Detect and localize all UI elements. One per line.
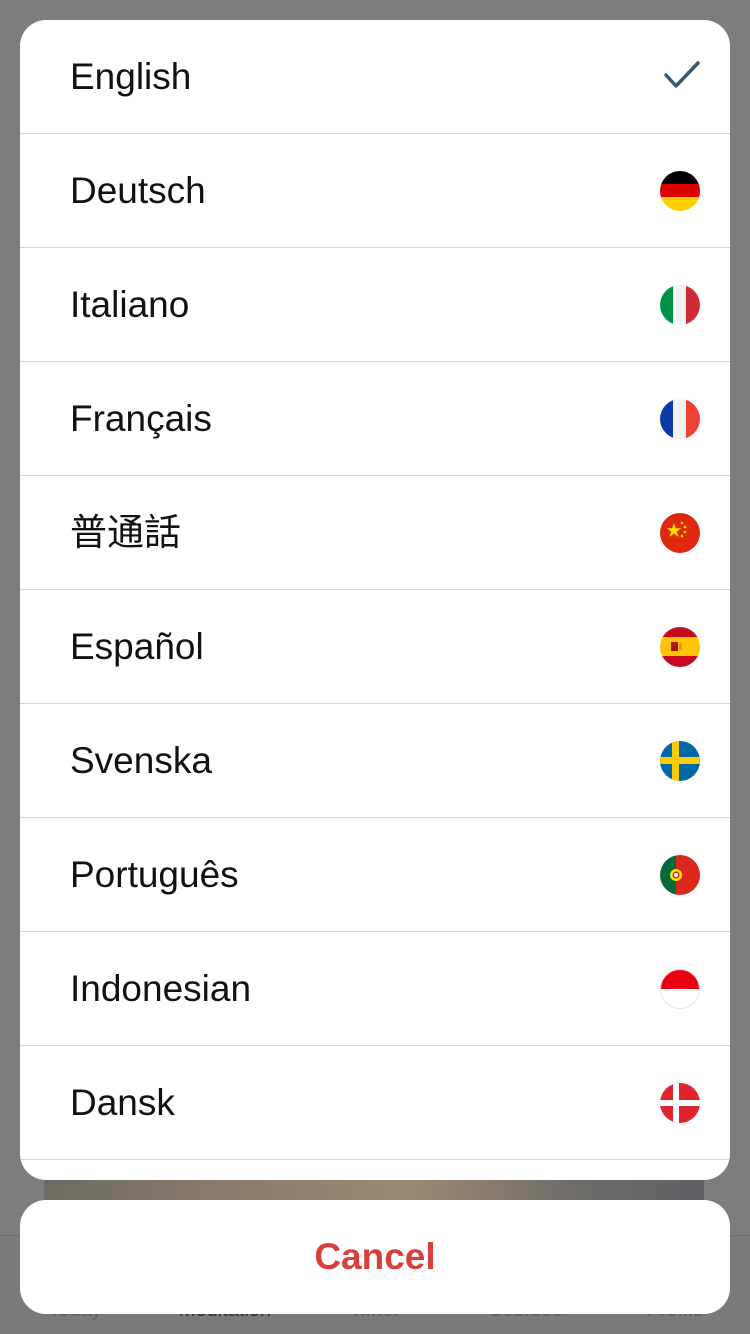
language-option-francais[interactable]: Français — [20, 362, 730, 476]
language-label: 普通話 — [70, 512, 181, 553]
flag-denmark-icon — [660, 1083, 700, 1123]
language-option-portugues[interactable]: Português — [20, 818, 730, 932]
flag-china-icon — [660, 513, 700, 553]
language-option-english[interactable]: English — [20, 20, 730, 134]
flag-italy-icon — [660, 285, 700, 325]
language-option-mandarin[interactable]: 普通話 — [20, 476, 730, 590]
language-option-indonesian[interactable]: Indonesian — [20, 932, 730, 1046]
language-label: Svenska — [70, 740, 212, 781]
language-option-svenska[interactable]: Svenska — [20, 704, 730, 818]
checkmark-icon — [664, 61, 700, 88]
language-label: Italiano — [70, 284, 190, 325]
language-label: Dansk — [70, 1082, 175, 1123]
language-label: Indonesian — [70, 968, 252, 1009]
flag-portugal-icon — [660, 855, 700, 895]
language-option-deutsch[interactable]: Deutsch — [20, 134, 730, 248]
language-option-italiano[interactable]: Italiano — [20, 248, 730, 362]
cancel-button[interactable]: Cancel — [20, 1200, 730, 1314]
language-option-espanol[interactable]: Español — [20, 590, 730, 704]
language-label: English — [70, 56, 192, 97]
flag-germany-icon — [660, 171, 700, 211]
flag-france-icon — [660, 399, 700, 439]
flag-spain-icon — [660, 627, 700, 667]
language-label: Deutsch — [70, 170, 206, 211]
language-label: Français — [70, 398, 212, 439]
language-label: Español — [70, 626, 204, 667]
language-action-sheet: English Deutsch Italiano Français 普通話 Es… — [20, 20, 730, 1180]
language-label: Português — [70, 854, 239, 895]
flag-indonesia-icon — [660, 969, 700, 1009]
language-option-dansk[interactable]: Dansk — [20, 1046, 730, 1160]
flag-sweden-icon — [660, 741, 700, 781]
